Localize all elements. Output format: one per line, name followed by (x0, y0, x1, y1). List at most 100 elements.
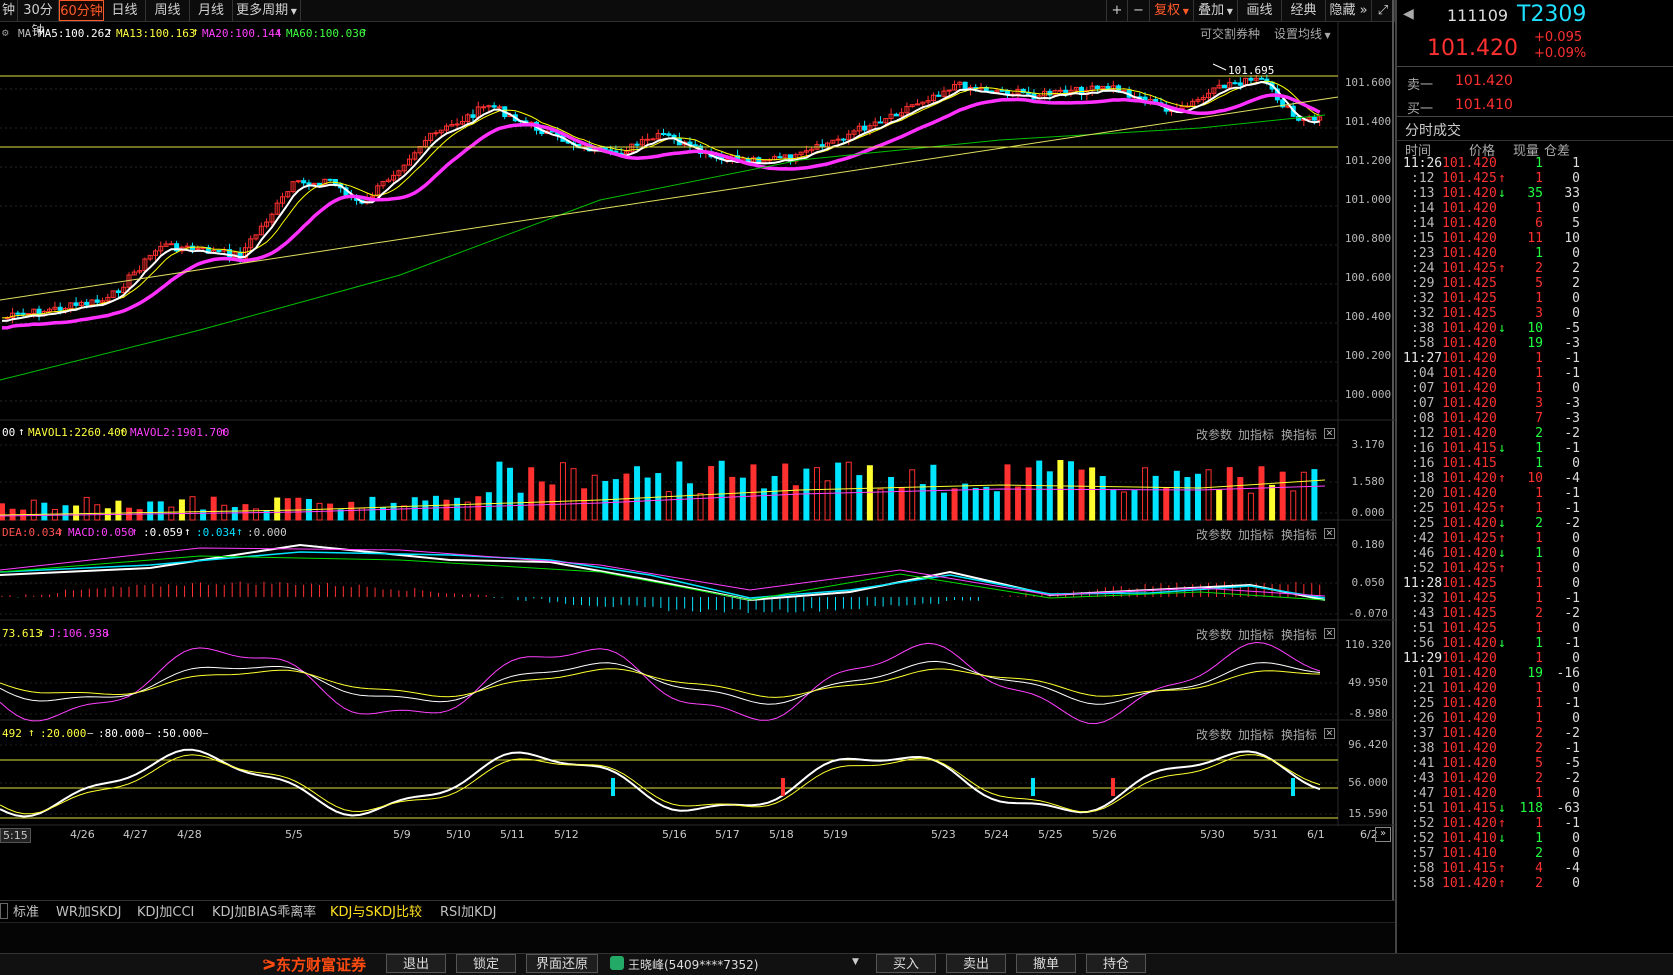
edit-params-button[interactable]: 改参数 (1196, 526, 1232, 543)
tab-kdj-skdj-compare[interactable]: KDJ与SKDJ比较 (330, 901, 422, 920)
arrow-down-icon: ↓ (1498, 546, 1506, 561)
dropdown-arrow-icon[interactable]: ▼ (852, 957, 859, 967)
volume-bar (390, 502, 397, 521)
volume-bar (1258, 466, 1265, 521)
brand-swirl-icon: ᕗ (262, 956, 276, 974)
arrow-up-icon: ↑ (184, 525, 191, 538)
tick-volume: 1 (1535, 381, 1543, 396)
tick-time: :43 (1411, 771, 1435, 786)
sell1-label: 卖一 (1407, 78, 1434, 93)
candle-body (1237, 82, 1243, 86)
lock-button[interactable]: 锁定 (456, 954, 516, 973)
cancel-order-button[interactable]: 撤单 (1016, 954, 1076, 973)
volume-bar (1089, 467, 1096, 521)
tick-oi-change: -16 (1556, 666, 1580, 681)
tick-price: 101.425 (1442, 261, 1497, 276)
close-icon[interactable]: ✕ (1324, 628, 1335, 639)
candle-body (634, 143, 640, 146)
tick-price: 101.420 (1442, 201, 1497, 216)
tick-price: 101.420 (1442, 186, 1497, 201)
y-tick: 15.590 (1348, 807, 1388, 820)
collapse-left-icon[interactable]: ◀ (1403, 6, 1414, 22)
candle-body (454, 123, 460, 126)
x-date: 4/27 (123, 828, 148, 841)
volume-bar (1237, 477, 1244, 521)
candle-body (777, 156, 783, 159)
tick-row: :32 101.425 1 -1 (1403, 591, 1671, 607)
exit-button[interactable]: 退出 (386, 954, 446, 973)
candle-body (301, 180, 307, 184)
buy-button[interactable]: 买入 (876, 954, 936, 973)
y-tick: 101.200 (1344, 154, 1392, 167)
candle-body (1221, 84, 1227, 89)
tick-time: :26 (1411, 711, 1435, 726)
tick-volume: 35 (1527, 186, 1543, 201)
edit-params-button[interactable]: 改参数 (1196, 426, 1232, 443)
tick-price: 101.420 (1442, 366, 1497, 381)
switch-indicator-button[interactable]: 换指标 (1281, 726, 1317, 743)
candle-body (666, 133, 672, 136)
candle-body (877, 121, 883, 124)
tick-row: :12 101.420 2 -2 (1403, 426, 1671, 442)
volume-bar (940, 492, 947, 521)
tick-volume: 1 (1535, 711, 1543, 726)
tick-oi-change: 0 (1572, 291, 1580, 306)
tick-volume: 7 (1535, 411, 1543, 426)
add-indicator-button[interactable]: 加指标 (1238, 726, 1274, 743)
ticks-list[interactable]: 11:26 101.420 1 1:12 101.425 ↑ 1 0:13 101.420 ↓ 35… (1397, 156, 1673, 951)
cross-signal-marker (1031, 778, 1035, 796)
arrow-up-icon: ↑ (1498, 531, 1506, 546)
arrow-down-icon: ↓ (1498, 441, 1506, 456)
restore-layout-button[interactable]: 界面还原 (526, 954, 598, 973)
scroll-right-icon[interactable]: » (1375, 827, 1391, 842)
tab-rsi-kdj[interactable]: RSI加KDJ (440, 901, 497, 920)
switch-indicator-button[interactable]: 换指标 (1281, 526, 1317, 543)
tick-oi-change: 0 (1572, 786, 1580, 801)
tick-row: :47 101.420 1 0 (1403, 786, 1671, 802)
close-icon[interactable]: ✕ (1324, 728, 1335, 739)
add-indicator-button[interactable]: 加指标 (1238, 426, 1274, 443)
tab-kdj-cci[interactable]: KDJ加CCI (137, 901, 194, 920)
add-indicator-button[interactable]: 加指标 (1238, 626, 1274, 643)
tick-price: 101.420 (1442, 876, 1497, 891)
x-date: 5/25 (1038, 828, 1063, 841)
y-tick: 56.000 (1348, 776, 1388, 789)
tab-standard[interactable]: 标准 (13, 901, 39, 920)
tick-time: 11:28 (1403, 576, 1443, 591)
edit-params-button[interactable]: 改参数 (1196, 726, 1232, 743)
close-icon[interactable]: ✕ (1324, 528, 1335, 539)
sell-button[interactable]: 卖出 (946, 954, 1006, 973)
arrow-up-icon: ↑ (38, 626, 45, 639)
tick-time: :58 (1411, 861, 1435, 876)
switch-indicator-button[interactable]: 换指标 (1281, 426, 1317, 443)
candle-body (311, 182, 317, 185)
tick-row: :32 101.425 3 0 (1403, 306, 1671, 322)
candle-body (840, 138, 846, 141)
tick-volume: 11 (1527, 231, 1543, 246)
add-indicator-button[interactable]: 加指标 (1238, 526, 1274, 543)
tab-kdj-bias[interactable]: KDJ加BIAS乖离率 (212, 901, 316, 920)
tick-time: :52 (1411, 816, 1435, 831)
volume-bar (919, 484, 926, 521)
tick-time: :25 (1411, 501, 1435, 516)
tick-time: :43 (1411, 606, 1435, 621)
tab-wr-skdj[interactable]: WR加SKDJ (56, 901, 122, 920)
volume-bar (623, 473, 630, 521)
candle-body (893, 113, 899, 117)
tab-scroll-left[interactable] (0, 903, 8, 919)
tick-time: :12 (1411, 426, 1435, 441)
tick-oi-change: 2 (1572, 276, 1580, 291)
volume-bar (549, 484, 556, 521)
tick-price: 101.420 (1442, 771, 1497, 786)
volume-bar (665, 491, 672, 521)
tick-oi-change: 1 (1572, 156, 1580, 171)
positions-button[interactable]: 持仓 (1086, 954, 1146, 973)
close-icon[interactable]: ✕ (1324, 428, 1335, 439)
arrow-down-icon: ↓ (1498, 831, 1506, 846)
tick-row: :16 101.415 1 0 (1403, 456, 1671, 472)
edit-params-button[interactable]: 改参数 (1196, 626, 1232, 643)
tick-row: :04 101.420 1 -1 (1403, 366, 1671, 382)
charts-area[interactable] (0, 0, 1395, 900)
tick-row: :51 101.425 1 0 (1403, 621, 1671, 637)
switch-indicator-button[interactable]: 换指标 (1281, 626, 1317, 643)
